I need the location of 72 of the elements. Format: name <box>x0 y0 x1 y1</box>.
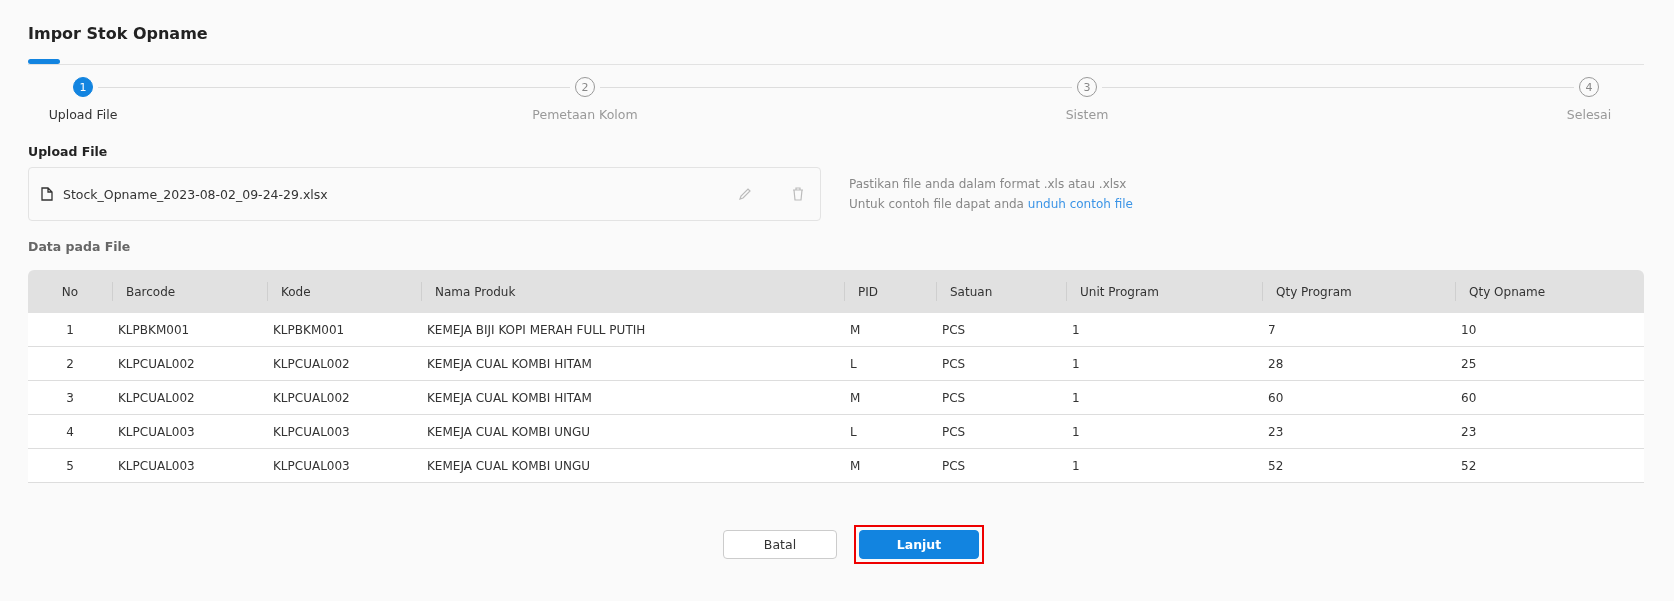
table-cell: KEMEJA CUAL KOMBI UNGU <box>421 448 844 483</box>
cancel-button[interactable]: Batal <box>723 530 837 559</box>
table-cell: 7 <box>1262 313 1455 347</box>
column-header: Unit Program <box>1066 270 1262 313</box>
table-cell: KLPCUAL003 <box>112 448 267 483</box>
column-header: Kode <box>267 270 421 313</box>
table-cell: 2 <box>28 346 112 381</box>
column-header: Nama Produk <box>421 270 844 313</box>
file-field[interactable]: Stock_Opname_2023-08-02_09-24-29.xlsx <box>28 167 821 221</box>
table-cell: L <box>844 414 936 449</box>
table-cell: 1 <box>1066 414 1262 449</box>
table-cell: KLPCUAL003 <box>267 448 421 483</box>
format-hint: Pastikan file anda dalam format .xls atau .xlsx <box>849 177 1128 191</box>
table-cell: KEMEJA CUAL KOMBI UNGU <box>421 414 844 449</box>
pencil-icon[interactable] <box>738 187 752 201</box>
table-cell: 52 <box>1262 448 1455 483</box>
section-heading: Data pada File <box>28 239 132 254</box>
step-number: 1 <box>73 77 93 97</box>
column-header: Barcode <box>112 270 267 313</box>
table-cell: PCS <box>936 380 1066 415</box>
table-cell: PCS <box>936 346 1066 381</box>
column-header: Qty Opname <box>1455 270 1644 313</box>
step-label: Selesai <box>1566 107 1612 122</box>
table-cell: 1 <box>1066 346 1262 381</box>
table-cell: 52 <box>1455 448 1644 483</box>
table-cell: 3 <box>28 380 112 415</box>
table-cell: KEMEJA CUAL KOMBI HITAM <box>421 346 844 381</box>
table-cell: KLPBKM001 <box>267 313 421 347</box>
table-cell: KLPCUAL003 <box>112 414 267 449</box>
tab-indicator <box>28 59 60 64</box>
table-cell: KLPCUAL002 <box>112 346 267 381</box>
step-label: Upload File <box>48 107 118 122</box>
table-cell: 28 <box>1262 346 1455 381</box>
column-header: No <box>28 270 112 313</box>
table-cell: 60 <box>1262 380 1455 415</box>
table-cell: 1 <box>28 313 112 347</box>
table-cell: PCS <box>936 414 1066 449</box>
table-cell: KLPCUAL002 <box>267 346 421 381</box>
trash-icon[interactable] <box>792 187 804 201</box>
table-cell: M <box>844 313 936 347</box>
column-header: Satuan <box>936 270 1066 313</box>
table-cell: PCS <box>936 313 1066 347</box>
next-button[interactable]: Lanjut <box>859 530 979 559</box>
table-cell: KLPBKM001 <box>112 313 267 347</box>
table-cell: KLPCUAL002 <box>112 380 267 415</box>
column-header: PID <box>844 270 936 313</box>
table-cell: 25 <box>1455 346 1644 381</box>
file-icon <box>41 187 53 201</box>
step-label: Pemetaan Kolom <box>532 107 638 122</box>
table-cell: L <box>844 346 936 381</box>
column-header: Qty Program <box>1262 270 1455 313</box>
table-cell: 1 <box>1066 380 1262 415</box>
table-cell: 1 <box>1066 313 1262 347</box>
table-cell: M <box>844 448 936 483</box>
table-cell: KLPCUAL003 <box>267 414 421 449</box>
table-cell: M <box>844 380 936 415</box>
table-cell: 10 <box>1455 313 1644 347</box>
table-cell: KEMEJA BIJI KOPI MERAH FULL PUTIH <box>421 313 844 347</box>
table-cell: 5 <box>28 448 112 483</box>
section-heading: Upload File <box>28 144 109 159</box>
sample-hint: Untuk contoh file dapat anda unduh contoh file <box>849 197 1133 211</box>
table-cell: KEMEJA CUAL KOMBI HITAM <box>421 380 844 415</box>
table-cell: KLPCUAL002 <box>267 380 421 415</box>
file-name: Stock_Opname_2023-08-02_09-24-29.xlsx <box>63 186 329 202</box>
table-cell: 60 <box>1455 380 1644 415</box>
table-cell: PCS <box>936 448 1066 483</box>
table-cell: 1 <box>1066 448 1262 483</box>
table-cell: 23 <box>1455 414 1644 449</box>
table-cell: 23 <box>1262 414 1455 449</box>
table-cell: 4 <box>28 414 112 449</box>
page-title: Impor Stok Opname <box>28 24 209 45</box>
step-label: Sistem <box>1065 107 1109 122</box>
